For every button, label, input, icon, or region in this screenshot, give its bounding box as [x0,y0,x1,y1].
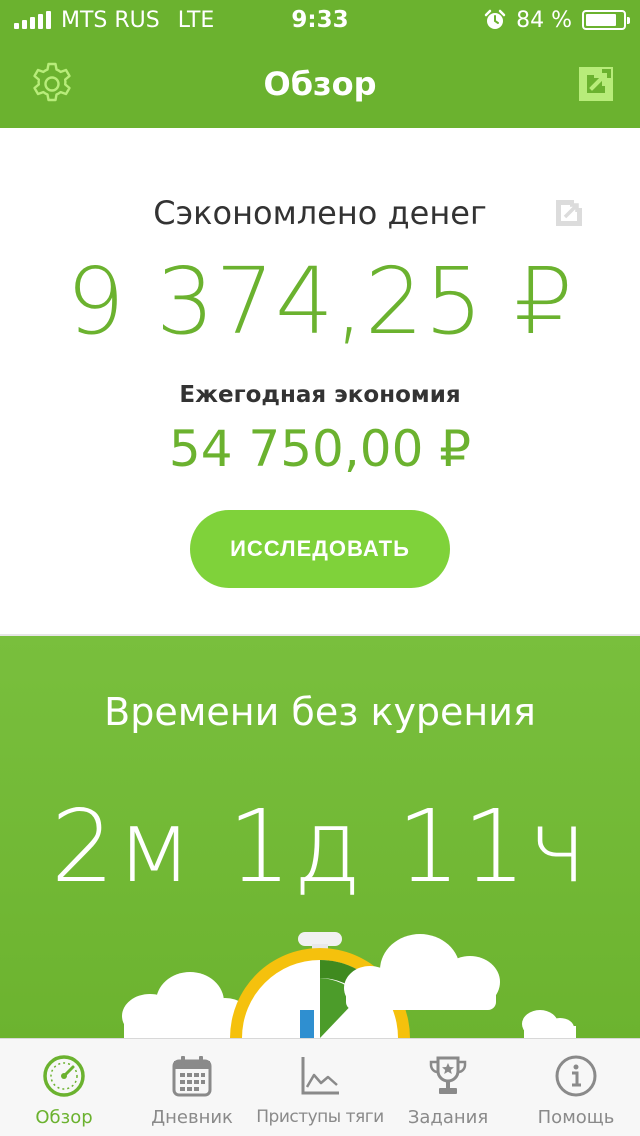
tab-label: Дневник [151,1107,233,1128]
page-title: Обзор [263,65,377,103]
chart-icon [301,1057,339,1095]
tab-cravings[interactable]: Приступы тяги [256,1039,384,1136]
stopwatch-clouds-illustration [122,932,576,1038]
settings-gear-icon[interactable] [28,60,76,108]
tab-diary[interactable]: Дневник [128,1039,256,1136]
money-saved-value: 9 374,25 ₽ [66,248,574,355]
money-saved-card: Сэкономлено денег 9 374,25 ₽ Ежегодная э… [0,128,640,634]
tab-overview[interactable]: Обзор [0,1039,128,1136]
smoke-free-card: Времени без курения 2м 1д 11ч [0,636,640,1038]
battery-percent: 84 % [516,7,572,33]
calendar-icon [172,1056,212,1097]
network-type: LTE [177,7,215,33]
tab-help[interactable]: Помощь [512,1039,640,1136]
annual-savings-value: 54 750,00 ₽ [168,420,472,478]
speedometer-icon [43,1055,85,1097]
trophy-icon [429,1056,467,1094]
signal-strength-icon [14,11,51,29]
battery-level [586,14,617,26]
share-icon[interactable] [578,66,614,102]
carrier-name: MTS RUS [61,7,160,33]
info-icon [555,1055,597,1097]
share-icon[interactable] [554,198,584,228]
app-header: Обзор [0,40,640,128]
explore-button[interactable]: ИССЛЕДОВАТЬ [190,510,450,588]
alarm-icon [484,9,506,29]
tab-label: Помощь [537,1107,615,1128]
tab-bar: Обзор Дневник Приступы тяги Задания Помо… [0,1038,640,1136]
tab-label: Обзор [35,1107,93,1128]
status-right: 84 % [484,7,630,33]
money-saved-label: Сэкономлено денег [153,194,487,232]
status-left: MTS RUS LTE [14,8,214,33]
tab-label: Задания [407,1107,489,1128]
smoke-free-label: Времени без курения [104,690,536,734]
tab-label: Приступы тяги [256,1107,384,1127]
annual-savings-label: Ежегодная экономия [179,382,461,408]
tab-achievements[interactable]: Задания [384,1039,512,1136]
status-bar: MTS RUS LTE 9:33 84 % [0,0,640,40]
battery-icon [582,10,630,30]
smoke-free-duration: 2м 1д 11ч [50,788,590,905]
